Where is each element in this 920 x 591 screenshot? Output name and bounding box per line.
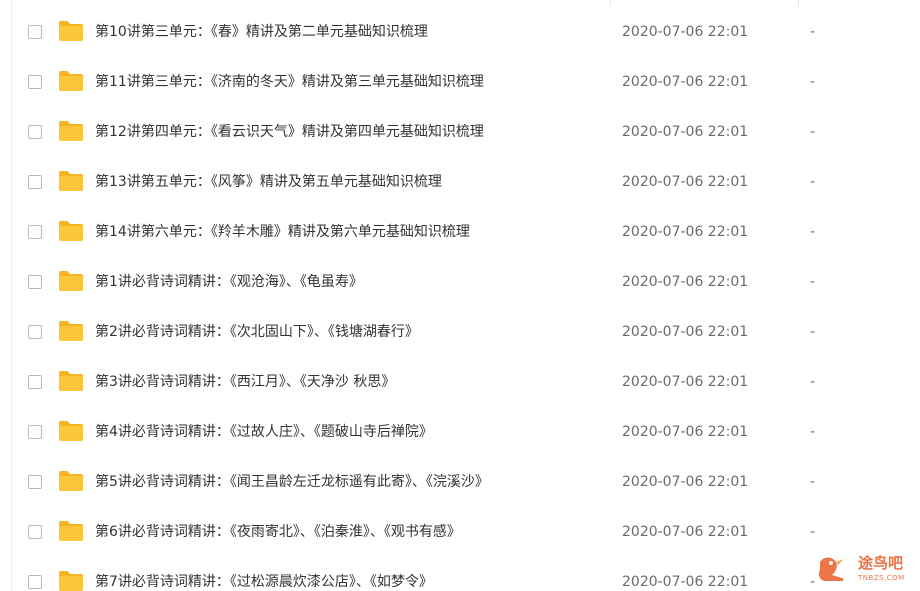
folder-icon <box>58 570 84 591</box>
file-size: - <box>810 274 816 290</box>
file-size: - <box>810 524 816 540</box>
file-size: - <box>810 574 816 590</box>
file-modified-time: 2020-07-06 22:01 <box>622 374 749 390</box>
folder-icon <box>58 320 84 342</box>
folder-icon <box>58 420 84 442</box>
row-checkbox[interactable] <box>28 325 42 339</box>
file-row[interactable]: 第10讲第三单元：《春》精讲及第二单元基础知识梳理 2020-07-06 22:0… <box>0 7 920 57</box>
file-name[interactable]: 第1讲必背诗词精讲：《观沧海》、《龟虽寿》 <box>95 272 363 292</box>
file-name[interactable]: 第11讲第三单元：《济南的冬天》精讲及第三单元基础知识梳理 <box>95 72 484 92</box>
file-name[interactable]: 第13讲第五单元：《风筝》精讲及第五单元基础知识梳理 <box>95 172 442 192</box>
file-modified-time: 2020-07-06 22:01 <box>622 124 749 140</box>
file-row[interactable]: 第7讲必背诗词精讲：《过松源晨炊漆公店》、《如梦令》 2020-07-06 22:… <box>0 557 920 591</box>
file-size: - <box>810 24 816 40</box>
file-modified-time: 2020-07-06 22:01 <box>622 524 749 540</box>
file-size: - <box>810 424 816 440</box>
folder-icon <box>58 220 84 242</box>
file-modified-time: 2020-07-06 22:01 <box>622 324 749 340</box>
file-row[interactable]: 第1讲必背诗词精讲：《观沧海》、《龟虽寿》 2020-07-06 22:01 - <box>0 257 920 307</box>
file-row[interactable]: 第11讲第三单元：《济南的冬天》精讲及第三单元基础知识梳理 2020-07-06 … <box>0 57 920 107</box>
file-size: - <box>810 224 816 240</box>
column-divider <box>610 0 611 6</box>
file-name[interactable]: 第12讲第四单元：《看云识天气》精讲及第四单元基础知识梳理 <box>95 122 484 142</box>
file-row[interactable]: 第6讲必背诗词精讲：《夜雨寄北》、《泊秦淮》、《观书有感》 2020-07-06 … <box>0 507 920 557</box>
folder-icon <box>58 20 84 42</box>
file-browser: 第10讲第三单元：《春》精讲及第二单元基础知识梳理 2020-07-06 22:0… <box>0 0 920 591</box>
file-row[interactable]: 第13讲第五单元：《风筝》精讲及第五单元基础知识梳理 2020-07-06 22:… <box>0 157 920 207</box>
file-row[interactable]: 第12讲第四单元：《看云识天气》精讲及第四单元基础知识梳理 2020-07-06 … <box>0 107 920 157</box>
file-name[interactable]: 第5讲必背诗词精讲：《闻王昌龄左迁龙标遥有此寄》、《浣溪沙》 <box>95 472 489 492</box>
file-row[interactable]: 第14讲第六单元：《羚羊木雕》精讲及第六单元基础知识梳理 2020-07-06 2… <box>0 207 920 257</box>
file-size: - <box>810 324 816 340</box>
file-name[interactable]: 第14讲第六单元：《羚羊木雕》精讲及第六单元基础知识梳理 <box>95 222 470 242</box>
folder-icon <box>58 170 84 192</box>
row-checkbox[interactable] <box>28 75 42 89</box>
folder-icon <box>58 120 84 142</box>
file-modified-time: 2020-07-06 22:01 <box>622 74 749 90</box>
file-size: - <box>810 174 816 190</box>
column-divider <box>798 0 799 6</box>
row-checkbox[interactable] <box>28 275 42 289</box>
file-modified-time: 2020-07-06 22:01 <box>622 174 749 190</box>
row-checkbox[interactable] <box>28 525 42 539</box>
file-row[interactable]: 第2讲必背诗词精讲：《次北固山下》、《钱塘湖春行》 2020-07-06 22:0… <box>0 307 920 357</box>
file-modified-time: 2020-07-06 22:01 <box>622 224 749 240</box>
file-modified-time: 2020-07-06 22:01 <box>622 274 749 290</box>
file-row[interactable]: 第5讲必背诗词精讲：《闻王昌龄左迁龙标遥有此寄》、《浣溪沙》 2020-07-06… <box>0 457 920 507</box>
folder-icon <box>58 70 84 92</box>
file-name[interactable]: 第6讲必背诗词精讲：《夜雨寄北》、《泊秦淮》、《观书有感》 <box>95 522 461 542</box>
row-checkbox[interactable] <box>28 575 42 589</box>
file-size: - <box>810 374 816 390</box>
row-checkbox[interactable] <box>28 175 42 189</box>
file-name[interactable]: 第3讲必背诗词精讲：《西江月》、《天净沙 秋思》 <box>95 372 395 392</box>
folder-icon <box>58 270 84 292</box>
row-checkbox[interactable] <box>28 475 42 489</box>
file-modified-time: 2020-07-06 22:01 <box>622 424 749 440</box>
folder-icon <box>58 520 84 542</box>
file-modified-time: 2020-07-06 22:01 <box>622 24 749 40</box>
folder-icon <box>58 470 84 492</box>
file-size: - <box>810 474 816 490</box>
file-name[interactable]: 第2讲必背诗词精讲：《次北固山下》、《钱塘湖春行》 <box>95 322 419 342</box>
row-checkbox[interactable] <box>28 125 42 139</box>
file-size: - <box>810 124 816 140</box>
file-modified-time: 2020-07-06 22:01 <box>622 474 749 490</box>
row-checkbox[interactable] <box>28 225 42 239</box>
folder-icon <box>58 370 84 392</box>
file-name[interactable]: 第4讲必背诗词精讲：《过故人庄》、《题破山寺后禅院》 <box>95 422 433 442</box>
file-row[interactable]: 第4讲必背诗词精讲：《过故人庄》、《题破山寺后禅院》 2020-07-06 22:… <box>0 407 920 457</box>
row-checkbox[interactable] <box>28 425 42 439</box>
file-name[interactable]: 第7讲必背诗词精讲：《过松源晨炊漆公店》、《如梦令》 <box>95 572 433 591</box>
file-list: 第10讲第三单元：《春》精讲及第二单元基础知识梳理 2020-07-06 22:0… <box>0 7 920 591</box>
file-modified-time: 2020-07-06 22:01 <box>622 574 749 590</box>
row-checkbox[interactable] <box>28 375 42 389</box>
row-checkbox[interactable] <box>28 25 42 39</box>
file-row[interactable]: 第3讲必背诗词精讲：《西江月》、《天净沙 秋思》 2020-07-06 22:01… <box>0 357 920 407</box>
file-name[interactable]: 第10讲第三单元：《春》精讲及第二单元基础知识梳理 <box>95 22 428 42</box>
file-size: - <box>810 74 816 90</box>
